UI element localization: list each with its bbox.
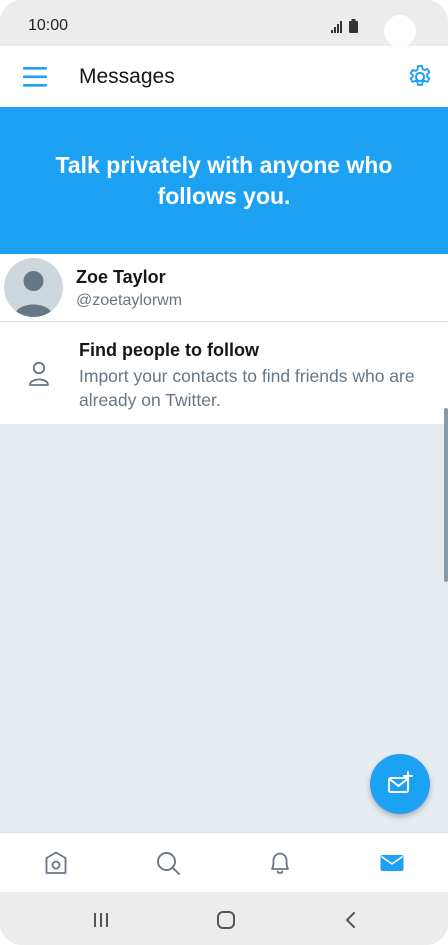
account-handle: @zoetaylorwm: [76, 292, 183, 309]
status-bar: 10:00: [0, 0, 448, 47]
avatar: [4, 258, 63, 317]
home-button-icon[interactable]: [214, 908, 238, 932]
hamburger-menu-icon[interactable]: [23, 66, 47, 88]
promo-banner: Talk privately with anyone who follows y…: [0, 107, 448, 254]
status-time: 10:00: [28, 17, 69, 34]
envelope-icon[interactable]: [378, 849, 406, 877]
page-title: Messages: [79, 65, 175, 88]
find-people-card[interactable]: Find people to follow Import your contac…: [0, 322, 448, 424]
signal-icon: [331, 21, 342, 33]
new-message-icon: [388, 771, 413, 793]
app-header: Messages: [0, 46, 448, 107]
gear-icon[interactable]: [406, 63, 434, 91]
scrollbar[interactable]: [444, 408, 448, 582]
bell-icon[interactable]: [266, 849, 294, 877]
new-message-button[interactable]: [370, 754, 430, 814]
account-row[interactable]: Zoe Taylor @zoetaylorwm: [0, 254, 448, 322]
camera-cutout: [384, 15, 416, 47]
recents-icon[interactable]: [89, 908, 113, 932]
system-navigation-bar: [0, 892, 448, 945]
person-icon: [27, 360, 51, 388]
battery-icon: [349, 19, 358, 33]
account-name: Zoe Taylor: [76, 267, 166, 287]
status-icons: [331, 19, 358, 33]
phone-screen: 10:00 Messages Talk privately with anyon…: [0, 0, 448, 945]
find-people-description: Import your contacts to find friends who…: [79, 366, 415, 410]
find-people-title: Find people to follow: [79, 340, 259, 360]
home-icon[interactable]: [42, 849, 70, 877]
search-icon[interactable]: [154, 849, 182, 877]
bottom-navigation: [0, 832, 448, 893]
banner-text: Talk privately with anyone who follows y…: [55, 151, 393, 209]
back-icon[interactable]: [339, 908, 363, 932]
